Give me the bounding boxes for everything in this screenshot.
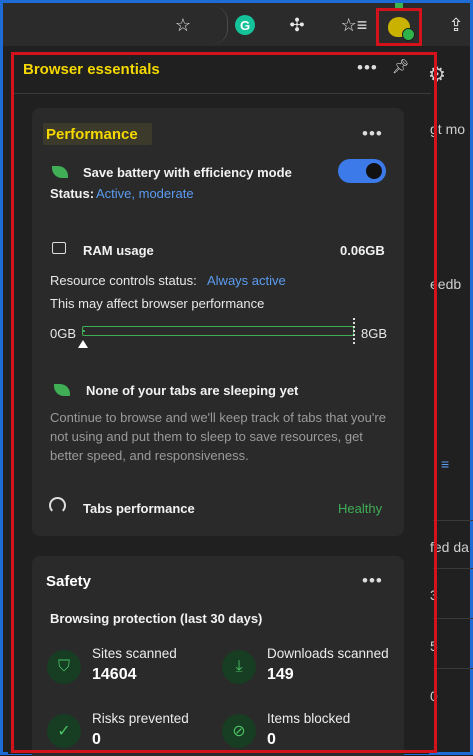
stat-label: Sites scanned xyxy=(92,646,177,661)
browser-essentials-button[interactable] xyxy=(376,8,422,46)
settings-gear-icon[interactable]: ⚙ xyxy=(428,62,446,87)
stat-label: Risks prevented xyxy=(92,711,189,726)
stat-label: Downloads scanned xyxy=(267,646,389,661)
bar-min-label: 0GB xyxy=(50,326,77,341)
ram-usage-value: 0.06GB xyxy=(340,243,385,258)
page-fragment: fed da xyxy=(430,539,469,555)
efficiency-mode-label: Save battery with efficiency mode xyxy=(83,165,292,180)
status-label: Status: xyxy=(50,186,95,201)
page-fragment: eedb xyxy=(430,276,462,292)
favorites-icon[interactable]: ☆≡ xyxy=(338,9,370,41)
shield-check-icon: ✓ xyxy=(47,714,81,748)
divider xyxy=(433,668,473,669)
safety-more-button[interactable]: ••• xyxy=(362,571,383,591)
bar-max-label: 8GB xyxy=(361,326,388,341)
tabs-performance-status: Healthy xyxy=(338,501,383,516)
header-divider xyxy=(11,93,431,94)
stat-label: Items blocked xyxy=(267,711,351,726)
extensions-icon[interactable]: ✣ xyxy=(281,9,313,41)
stat-value: 0 xyxy=(267,731,276,748)
divider xyxy=(433,520,473,521)
share-icon[interactable]: ⇪ xyxy=(440,9,472,41)
bar-limit-marker xyxy=(353,318,357,344)
download-icon: ⤓ xyxy=(222,650,256,684)
safety-title: Safety xyxy=(46,573,92,590)
ram-usage-label: RAM usage xyxy=(83,243,154,258)
sleeping-tabs-title: None of your tabs are sleeping yet xyxy=(86,383,299,398)
efficiency-mode-toggle[interactable] xyxy=(338,159,386,183)
shield-scan-icon: ⛉ xyxy=(47,650,81,684)
sleeping-tabs-description: Continue to browse and we'll keep track … xyxy=(50,410,386,463)
page-fragment: 3 xyxy=(430,587,438,603)
divider xyxy=(433,568,473,569)
list-icon: ≡ xyxy=(441,456,450,472)
browsing-protection-label: Browsing protection (last 30 days) xyxy=(50,611,263,626)
stat-value: 0 xyxy=(92,731,101,748)
ram-usage-bar-fill xyxy=(83,330,85,332)
stat-value: 14604 xyxy=(92,666,137,683)
toggle-knob xyxy=(366,163,382,179)
performance-more-button[interactable]: ••• xyxy=(362,124,383,144)
page-fragment: 5 xyxy=(430,638,438,654)
status-value-link[interactable]: Active, moderate xyxy=(96,186,194,201)
browser-essentials-icon xyxy=(388,17,415,41)
blocked-file-icon: ⊘ xyxy=(222,714,256,748)
panel-title: Browser essentials xyxy=(23,61,160,78)
pin-icon[interactable]: 📌︎ xyxy=(392,58,410,75)
tabs-performance-label[interactable]: Tabs performance xyxy=(83,501,195,516)
star-icon[interactable]: ☆ xyxy=(167,9,199,41)
ram-usage-bar xyxy=(82,326,354,336)
grammarly-icon[interactable]: G xyxy=(229,9,261,41)
divider xyxy=(433,618,473,619)
current-usage-marker xyxy=(78,340,88,348)
healthy-check-icon xyxy=(402,28,415,41)
panel-more-button[interactable]: ••• xyxy=(357,58,378,78)
performance-warning-text: This may affect browser performance xyxy=(50,296,265,311)
resource-status-label: Resource controls status: xyxy=(50,273,197,288)
stat-value: 149 xyxy=(267,666,294,683)
page-fragment: 0 xyxy=(430,688,438,704)
ram-chip-icon xyxy=(52,242,66,254)
speedometer-icon xyxy=(49,497,66,514)
resource-status-link[interactable]: Always active xyxy=(207,273,286,288)
performance-title: Performance xyxy=(46,126,138,143)
page-fragment: gt mo xyxy=(430,121,466,137)
toolbar-separator xyxy=(213,6,228,44)
